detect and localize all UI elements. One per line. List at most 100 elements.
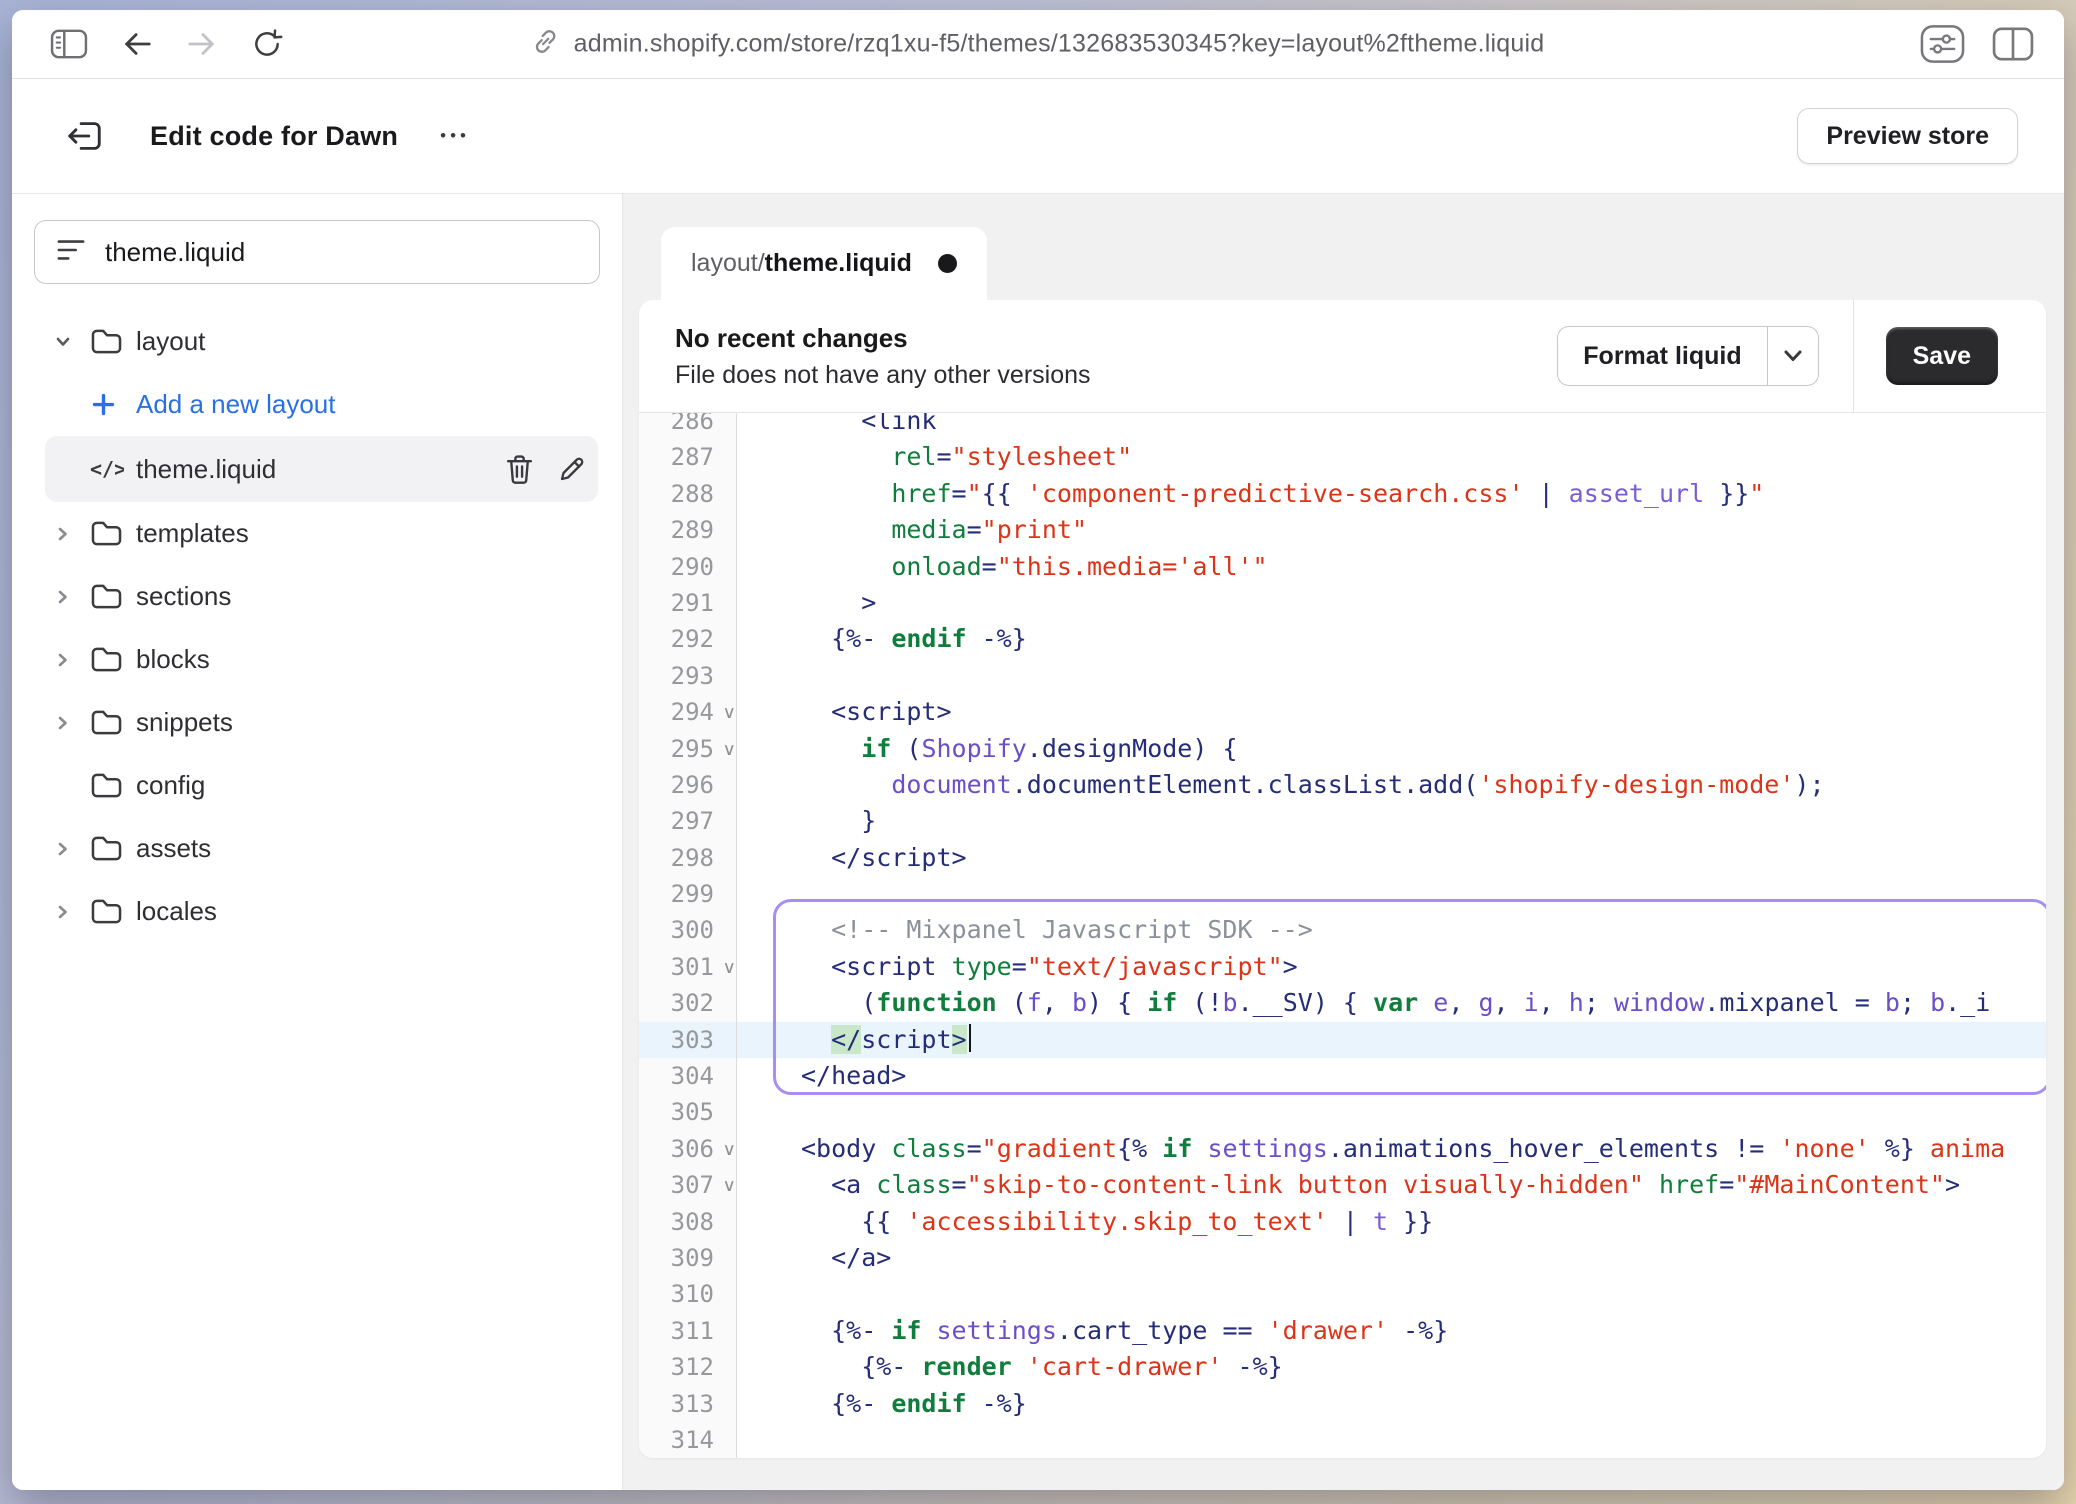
code-line[interactable]: </a> (737, 1240, 2046, 1276)
code-line[interactable]: > (737, 585, 2046, 621)
code-line[interactable]: {%- if settings.cart_type == 'drawer' -%… (737, 1313, 2046, 1349)
fold-toggle-icon[interactable]: ∨ (722, 732, 736, 768)
reload-icon[interactable] (251, 28, 283, 60)
sidebar-folder-templates[interactable]: templates (12, 502, 622, 565)
line-number[interactable]: 296 (639, 767, 736, 803)
code-line[interactable] (737, 1276, 2046, 1312)
fold-toggle-icon[interactable]: ∨ (722, 950, 736, 986)
fold-toggle-icon[interactable]: ∨ (722, 1168, 736, 1204)
code-file-icon: </> (90, 457, 136, 481)
forward-icon[interactable] (186, 29, 218, 59)
chevron-right-icon[interactable] (52, 588, 90, 606)
line-number[interactable]: 291 (639, 585, 736, 621)
code-line[interactable]: </script> (737, 840, 2046, 876)
fold-toggle-icon[interactable]: ∨ (722, 1132, 736, 1168)
code-line[interactable]: {%- endif -%} (737, 621, 2046, 657)
code-line[interactable]: <link (737, 413, 2046, 439)
fold-toggle-icon[interactable]: ∨ (722, 695, 736, 731)
sidebar-file-theme.liquid[interactable]: </>theme.liquid (45, 436, 598, 502)
line-number[interactable]: 307∨ (639, 1167, 736, 1203)
code-line[interactable]: {%- render 'cart-drawer' -%} (737, 1349, 2046, 1385)
chevron-down-icon[interactable] (52, 333, 90, 351)
code-line[interactable]: rel="stylesheet" (737, 439, 2046, 475)
code-line[interactable] (737, 1422, 2046, 1458)
sidebar-folder-layout[interactable]: layout (12, 310, 622, 373)
line-number[interactable]: 294∨ (639, 694, 736, 730)
exit-code-editor-icon[interactable] (64, 116, 104, 156)
code-line[interactable]: } (737, 803, 2046, 839)
line-number[interactable]: 290 (639, 549, 736, 585)
sidebar-folder-snippets[interactable]: snippets (12, 691, 622, 754)
line-number[interactable]: 293 (639, 658, 736, 694)
more-actions-menu[interactable]: ••• (440, 126, 470, 146)
line-number[interactable]: 299 (639, 876, 736, 912)
file-search-box[interactable] (34, 220, 600, 284)
address-bar[interactable]: admin.shopify.com/store/rzq1xu-f5/themes… (532, 28, 1545, 61)
line-number[interactable]: 287 (639, 439, 736, 475)
preview-store-button[interactable]: Preview store (1797, 108, 2018, 164)
code-line[interactable]: media="print" (737, 512, 2046, 548)
code-line[interactable] (737, 876, 2046, 912)
line-number[interactable]: 297 (639, 803, 736, 839)
code-line[interactable]: <script> (737, 694, 2046, 730)
line-number[interactable]: 292 (639, 621, 736, 657)
code-line[interactable] (737, 1094, 2046, 1130)
line-number[interactable]: 313 (639, 1386, 736, 1422)
code-line[interactable]: <script type="text/javascript"> (737, 949, 2046, 985)
line-number[interactable]: 306∨ (639, 1131, 736, 1167)
page-settings-icon[interactable] (1920, 24, 1965, 64)
line-number[interactable]: 303 (639, 1022, 736, 1058)
file-search-input[interactable] (103, 236, 577, 269)
chevron-right-icon[interactable] (52, 840, 90, 858)
line-number[interactable]: 302 (639, 985, 736, 1021)
sidebar-folder-assets[interactable]: assets (12, 817, 622, 880)
line-number[interactable]: 310 (639, 1276, 736, 1312)
chevron-right-icon[interactable] (52, 714, 90, 732)
code-line[interactable]: </script> (737, 1022, 2046, 1058)
rename-file-icon[interactable] (558, 455, 586, 483)
chevron-right-icon[interactable] (52, 903, 90, 921)
line-number[interactable]: 314 (639, 1422, 736, 1458)
code-editor[interactable]: 286287288289290291292293294∨295∨29629729… (639, 413, 2046, 1458)
code-line[interactable] (737, 658, 2046, 694)
code-line[interactable]: if (Shopify.designMode) { (737, 731, 2046, 767)
format-liquid-button[interactable]: Format liquid (1557, 326, 1818, 386)
code-line[interactable]: onload="this.media='all'" (737, 549, 2046, 585)
delete-file-icon[interactable] (505, 454, 534, 485)
chevron-right-icon[interactable] (52, 651, 90, 669)
chevron-down-icon[interactable] (1767, 327, 1818, 385)
code-line[interactable]: <body class="gradient{% if settings.anim… (737, 1131, 2046, 1167)
sidebar-folder-blocks[interactable]: blocks (12, 628, 622, 691)
line-number[interactable]: 288 (639, 476, 736, 512)
code-line[interactable]: <!-- Mixpanel Javascript SDK --> (737, 912, 2046, 948)
line-number[interactable]: 295∨ (639, 731, 736, 767)
split-view-icon[interactable] (1992, 26, 2034, 62)
line-number[interactable]: 311 (639, 1313, 736, 1349)
code-line[interactable]: (function (f, b) { if (!b.__SV) { var e,… (737, 985, 2046, 1021)
chevron-right-icon[interactable] (52, 525, 90, 543)
line-number[interactable]: 305 (639, 1094, 736, 1130)
code-line[interactable]: {{ 'accessibility.skip_to_text' | t }} (737, 1204, 2046, 1240)
line-number[interactable]: 312 (639, 1349, 736, 1385)
code-line[interactable]: href="{{ 'component-predictive-search.cs… (737, 476, 2046, 512)
sidebar-toggle-icon[interactable] (50, 28, 88, 60)
code-line[interactable]: </head> (737, 1058, 2046, 1094)
line-number[interactable]: 300 (639, 912, 736, 948)
back-icon[interactable] (121, 29, 153, 59)
code-line[interactable]: document.documentElement.classList.add('… (737, 767, 2046, 803)
line-number[interactable]: 308 (639, 1204, 736, 1240)
code-line[interactable]: {%- endif -%} (737, 1386, 2046, 1422)
add-new-layout-link[interactable]: Add a new layout (12, 373, 622, 436)
line-number[interactable]: 289 (639, 512, 736, 548)
sidebar-folder-locales[interactable]: locales (12, 880, 622, 943)
line-number[interactable]: 309 (639, 1240, 736, 1276)
line-number[interactable]: 301∨ (639, 949, 736, 985)
line-number[interactable]: 286 (639, 413, 736, 439)
tab-theme-liquid[interactable]: layout/theme.liquid (661, 227, 987, 300)
save-button[interactable]: Save (1886, 327, 1998, 385)
code-line[interactable]: <a class="skip-to-content-link button vi… (737, 1167, 2046, 1203)
sidebar-folder-sections[interactable]: sections (12, 565, 622, 628)
line-number[interactable]: 298 (639, 840, 736, 876)
sidebar-folder-config[interactable]: config (12, 754, 622, 817)
line-number[interactable]: 304 (639, 1058, 736, 1094)
